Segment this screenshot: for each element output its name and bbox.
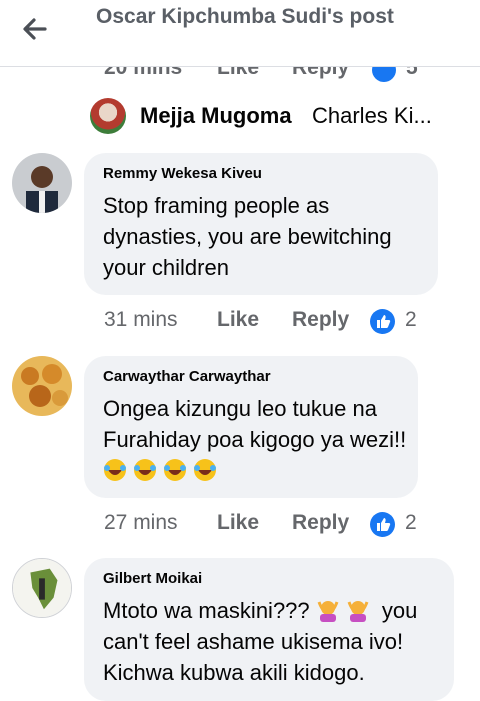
reply-button[interactable]: Reply (292, 308, 349, 332)
comment-text: Stop framing people as dynasties, you ar… (103, 193, 392, 280)
post-header: Oscar Kipchumba Sudi's post (0, 0, 480, 67)
comment-time: 27 mins (104, 511, 178, 534)
comment-author-name[interactable]: Carwaythar Carwaythar (103, 368, 271, 385)
comment-text-block: Ongea kizungu leo tukue na Furahiday poa… (103, 393, 413, 486)
reply-button[interactable]: Reply (292, 511, 349, 535)
reply-preview-text: Charles Ki... (312, 103, 432, 128)
comment-author-name[interactable]: Remmy Wekesa Kiveu (103, 165, 262, 182)
comment-bubble: Carwaythar Carwaythar Ongea kizungu leo … (84, 356, 418, 498)
reply-author-name[interactable]: Mejja Mugoma (140, 103, 292, 129)
avatar[interactable] (12, 356, 72, 416)
comment-text: Ongea kizungu leo tukue na Furahiday poa… (103, 396, 407, 452)
like-reaction-icon (370, 512, 395, 537)
like-button[interactable]: Like (217, 308, 259, 332)
back-arrow-icon[interactable] (20, 14, 50, 44)
comment-author-name[interactable]: Gilbert Moikai (103, 570, 202, 587)
page-title: Oscar Kipchumba Sudi's post (96, 5, 394, 28)
reaction-count: 2 (405, 308, 417, 331)
comment-time: 31 mins (104, 308, 178, 331)
person-facepalm-icon (316, 598, 382, 623)
laughing-tears-icon (103, 458, 223, 483)
reply-preview[interactable]: Mejja Mugoma Charles Ki... (90, 98, 470, 138)
like-reaction-icon (370, 309, 395, 334)
comment-text-block: Mtoto wa maskini??? you can't feel asham… (103, 595, 443, 688)
comment-bubble: Gilbert Moikai Mtoto wa maskini??? you c… (84, 558, 454, 701)
comment-bubble: Remmy Wekesa Kiveu Stop framing people a… (84, 153, 438, 295)
avatar[interactable] (12, 153, 72, 213)
comment-text-start: Mtoto wa maskini??? (103, 598, 310, 623)
avatar[interactable] (12, 558, 72, 618)
avatar (90, 98, 126, 134)
reaction-count: 2 (405, 511, 417, 534)
like-button[interactable]: Like (217, 511, 259, 535)
